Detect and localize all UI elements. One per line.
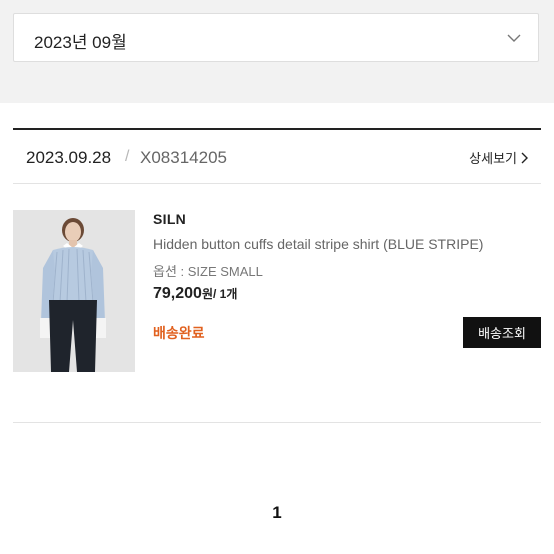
- product-name[interactable]: Hidden button cuffs detail stripe shirt …: [153, 236, 483, 252]
- order-detail-label: 상세보기: [469, 151, 517, 166]
- chevron-right-icon: [521, 152, 528, 163]
- pagination: 1: [0, 503, 554, 523]
- price-unit: 원/ 1개: [201, 287, 238, 301]
- product-option: 옵션 : SIZE SMALL: [153, 264, 263, 279]
- month-select-value: 2023년 09월: [34, 33, 127, 52]
- month-select[interactable]: 2023년 09월: [13, 13, 539, 62]
- order-card: 2023.09.28 / X08314205 상세보기 SILN Hidden …: [13, 128, 541, 423]
- product-price: 79,200: [153, 285, 202, 302]
- price-row: 79,200원/ 1개: [153, 285, 237, 303]
- order-date: 2023.09.28: [26, 148, 112, 167]
- page-number-current[interactable]: 1: [272, 503, 281, 522]
- product-thumbnail[interactable]: [13, 210, 135, 372]
- order-header: 2023.09.28 / X08314205 상세보기: [13, 130, 541, 184]
- track-delivery-button[interactable]: 배송조회: [463, 317, 541, 348]
- order-detail-link[interactable]: 상세보기: [469, 148, 529, 167]
- product-brand[interactable]: SILN: [153, 211, 186, 227]
- filter-band: 2023년 09월: [0, 0, 554, 103]
- delivery-status: 배송완료: [153, 325, 205, 341]
- order-number: X08314205: [140, 148, 227, 167]
- order-separator: /: [125, 148, 130, 165]
- model-photo-icon: [13, 210, 135, 372]
- chevron-down-icon: [507, 34, 521, 42]
